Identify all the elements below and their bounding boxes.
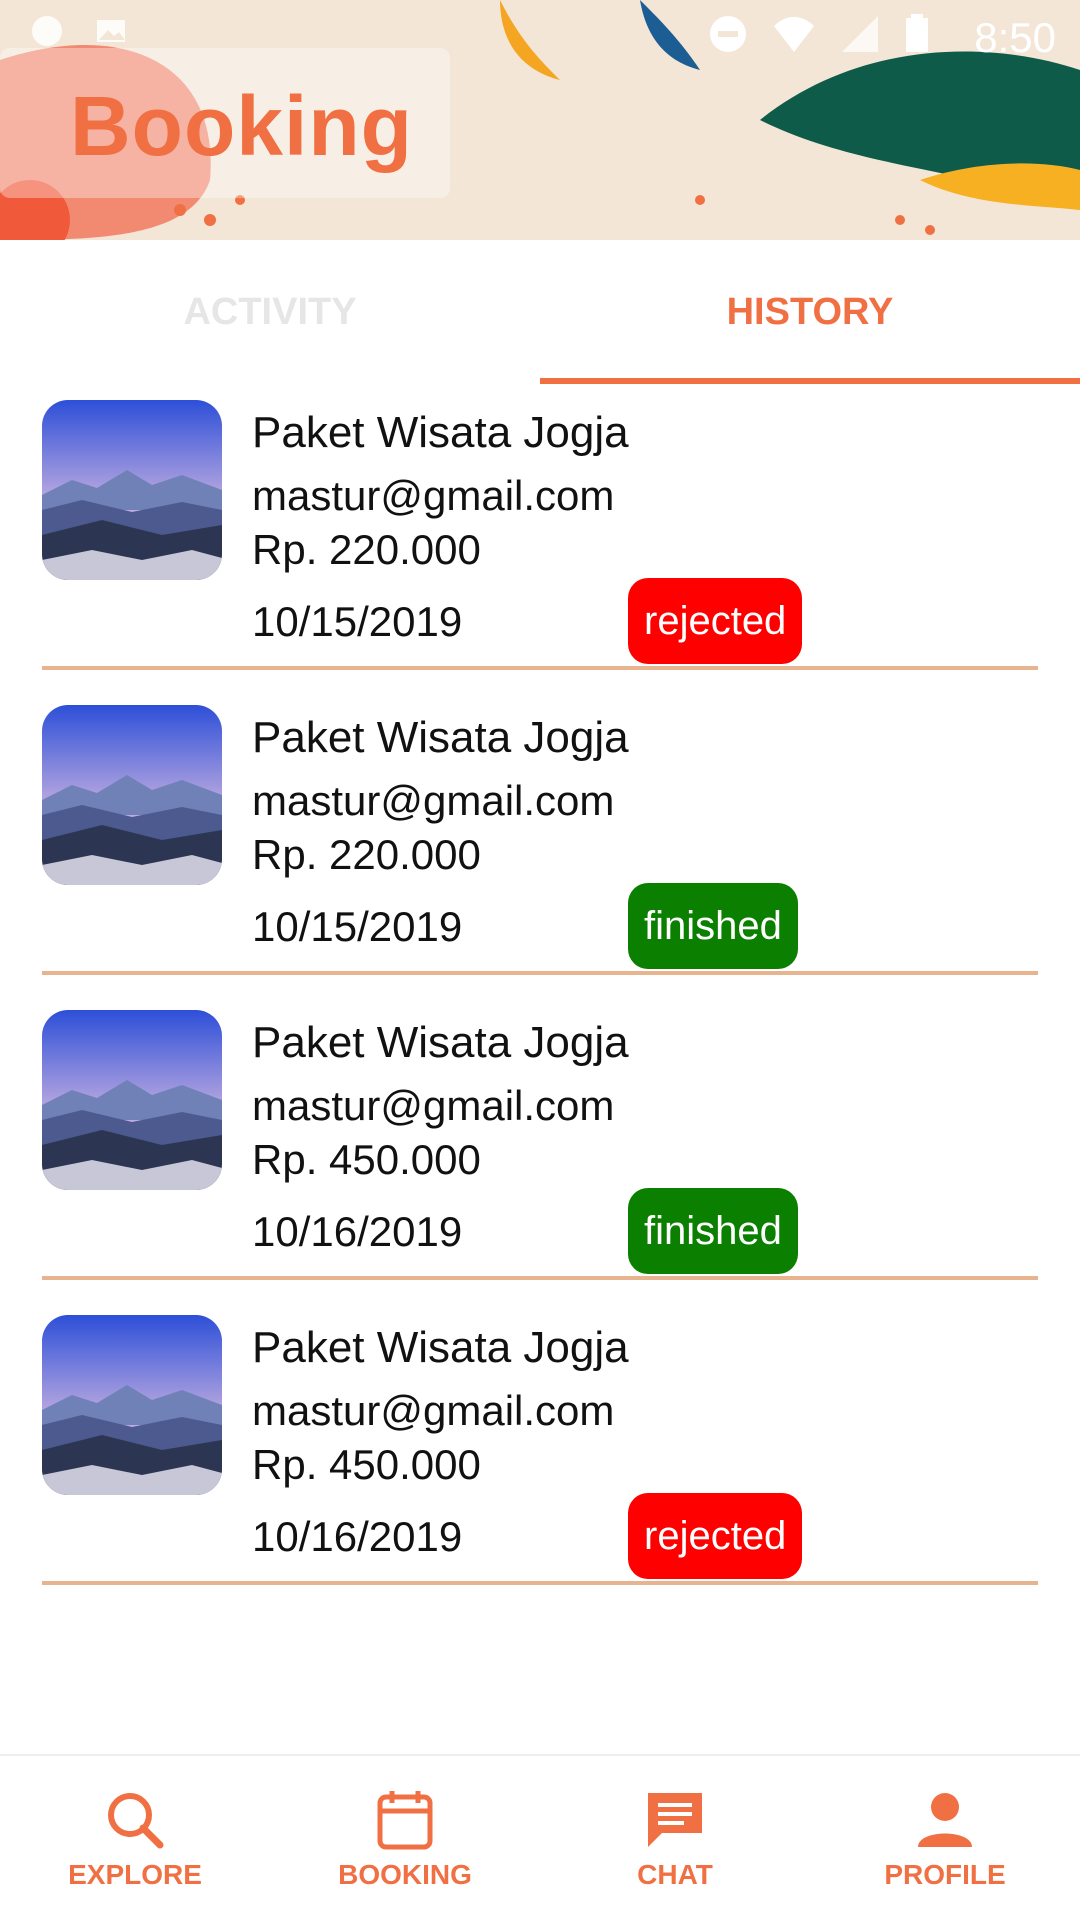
tab-bar: ACTIVITY HISTORY — [0, 240, 1080, 384]
package-name: Paket Wisata Jogja — [252, 1323, 629, 1372]
list-item[interactable]: Paket Wisata Jogja mastur@gmail.com Rp. … — [0, 1299, 1080, 1604]
nav-booking-label: BOOKING — [338, 1859, 472, 1890]
booking-date: 10/15/2019 — [252, 903, 463, 950]
chat-icon — [648, 1793, 702, 1847]
nav-explore[interactable]: EXPLORE — [0, 1756, 270, 1922]
booking-price: Rp. 220.000 — [252, 526, 481, 573]
package-thumbnail — [42, 400, 222, 580]
bottom-nav: EXPLORE BOOKING CHAT PROFILE — [0, 1754, 1080, 1922]
package-name: Paket Wisata Jogja — [252, 1018, 629, 1067]
status-badge: rejected — [628, 1493, 803, 1579]
package-thumbnail — [42, 705, 222, 885]
status-badge: finished — [628, 1188, 798, 1274]
person-icon — [918, 1793, 972, 1847]
image-icon — [97, 20, 125, 42]
status-left-icons — [30, 14, 128, 48]
history-list: Paket Wisata Jogja mastur@gmail.com Rp. … — [0, 384, 1080, 1604]
booking-date: 10/16/2019 — [252, 1208, 463, 1255]
tab-activity[interactable]: ACTIVITY — [0, 240, 540, 384]
nav-chat-label: CHAT — [637, 1859, 713, 1890]
list-item[interactable]: Paket Wisata Jogja mastur@gmail.com Rp. … — [0, 689, 1080, 994]
booking-date: 10/16/2019 — [252, 1513, 463, 1560]
divider — [42, 971, 1038, 975]
search-icon — [108, 1793, 164, 1849]
booking-email: mastur@gmail.com — [252, 1387, 615, 1434]
package-name: Paket Wisata Jogja — [252, 408, 629, 457]
booking-email: mastur@gmail.com — [252, 777, 615, 824]
header-banner: Booking 8:50 — [0, 0, 1080, 240]
status-badge: finished — [628, 883, 798, 969]
wifi-icon — [774, 17, 814, 52]
do-not-disturb-icon — [710, 16, 746, 52]
status-right-icons — [708, 14, 930, 54]
calendar-icon — [377, 1791, 433, 1850]
nav-profile[interactable]: PROFILE — [810, 1756, 1080, 1922]
signal-icon — [842, 16, 878, 52]
divider — [42, 1276, 1038, 1280]
booking-price: Rp. 450.000 — [252, 1441, 481, 1488]
package-name: Paket Wisata Jogja — [252, 713, 629, 762]
tab-activity-label: ACTIVITY — [183, 290, 357, 333]
package-thumbnail — [42, 1010, 222, 1190]
status-bar: 8:50 — [0, 0, 1080, 72]
page-title: Booking — [70, 79, 413, 173]
nav-chat[interactable]: CHAT — [540, 1756, 810, 1922]
nav-booking[interactable]: BOOKING — [270, 1756, 540, 1922]
status-badge: rejected — [628, 578, 803, 664]
nav-profile-label: PROFILE — [884, 1859, 1006, 1890]
booking-email: mastur@gmail.com — [252, 472, 615, 519]
tab-history[interactable]: HISTORY — [540, 240, 1080, 384]
divider — [42, 1581, 1038, 1585]
booking-email: mastur@gmail.com — [252, 1082, 615, 1129]
tab-history-label: HISTORY — [726, 290, 894, 333]
booking-price: Rp. 450.000 — [252, 1136, 481, 1183]
booking-date: 10/15/2019 — [252, 598, 463, 645]
package-thumbnail — [42, 1315, 222, 1495]
divider — [42, 666, 1038, 670]
notification-icon — [32, 16, 62, 46]
status-time: 8:50 — [974, 14, 1056, 61]
nav-explore-label: EXPLORE — [68, 1859, 202, 1890]
list-item[interactable]: Paket Wisata Jogja mastur@gmail.com Rp. … — [0, 994, 1080, 1299]
list-item[interactable]: Paket Wisata Jogja mastur@gmail.com Rp. … — [0, 384, 1080, 689]
booking-price: Rp. 220.000 — [252, 831, 481, 878]
battery-icon — [906, 14, 928, 52]
